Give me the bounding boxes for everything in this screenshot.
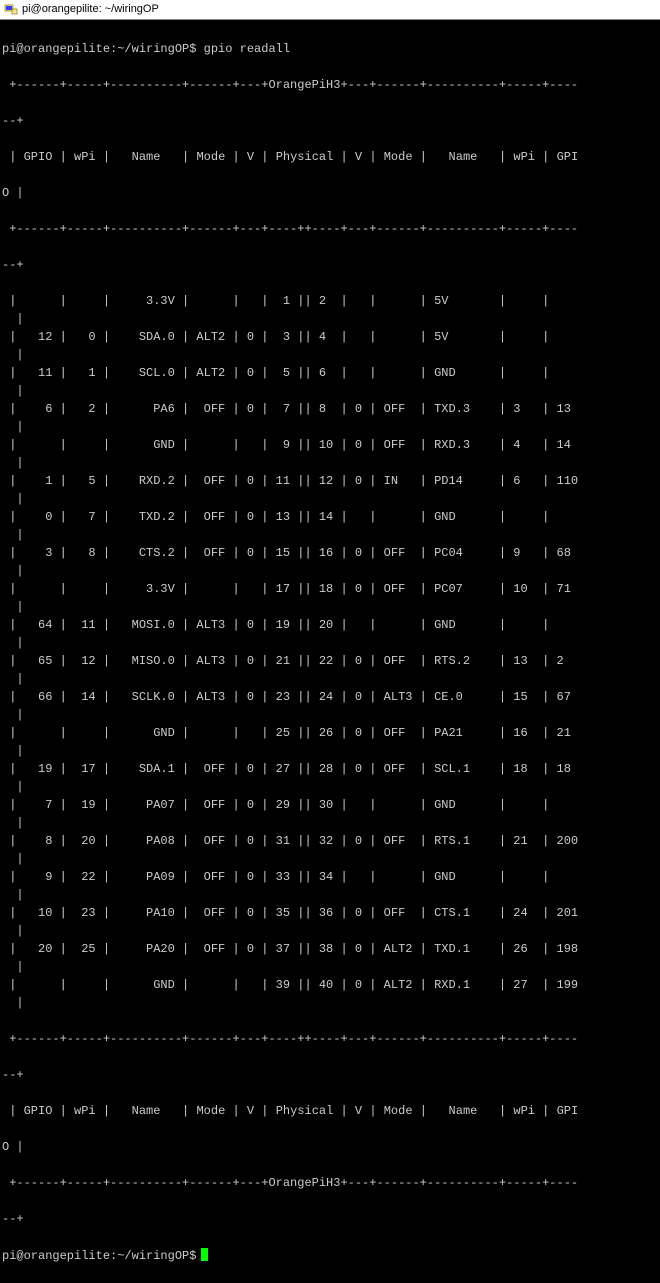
table-border-top-wrap: --+: [2, 112, 660, 130]
table-row: | 9 | 22 | PA09 | OFF | 0 | 33 || 34 | |…: [2, 868, 660, 886]
table-row: | 19 | 17 | SDA.1 | OFF | 0 | 27 || 28 |…: [2, 760, 660, 778]
prompt-line: pi@orangepilite:~/wiringOP$ gpio readall: [2, 40, 660, 58]
table-row: | | | 3.3V | | | 17 || 18 | 0 | OFF | PC…: [2, 580, 660, 598]
table-row: | 10 | 23 | PA10 | OFF | 0 | 35 || 36 | …: [2, 904, 660, 922]
table-footer-sep: +------+-----+----------+------+---+----…: [2, 1030, 660, 1048]
table-row: | | | GND | | | 39 || 40 | 0 | ALT2 | RX…: [2, 976, 660, 994]
table-border-top: +------+-----+----------+------+---+Oran…: [2, 76, 660, 94]
table-footer: | GPIO | wPi | Name | Mode | V | Physica…: [2, 1102, 660, 1120]
table-row: | | | 3.3V | | | 1 || 2 | | | 5V | |: [2, 292, 660, 310]
table-row-wrap: |: [2, 706, 660, 724]
table-row-wrap: |: [2, 490, 660, 508]
table-row-wrap: |: [2, 814, 660, 832]
command: gpio readall: [204, 42, 290, 56]
table-border-bottom: +------+-----+----------+------+---+Oran…: [2, 1174, 660, 1192]
table-row: | 6 | 2 | PA6 | OFF | 0 | 7 || 8 | 0 | O…: [2, 400, 660, 418]
table-header-sep-wrap: --+: [2, 256, 660, 274]
table-row-wrap: |: [2, 310, 660, 328]
table-row: | 12 | 0 | SDA.0 | ALT2 | 0 | 3 || 4 | |…: [2, 328, 660, 346]
table-header: | GPIO | wPi | Name | Mode | V | Physica…: [2, 148, 660, 166]
table-row: | | | GND | | | 9 || 10 | 0 | OFF | RXD.…: [2, 436, 660, 454]
table-row-wrap: |: [2, 742, 660, 760]
window-titlebar[interactable]: pi@orangepilite: ~/wiringOP: [0, 0, 660, 20]
table-row: | 8 | 20 | PA08 | OFF | 0 | 31 || 32 | 0…: [2, 832, 660, 850]
next-prompt: pi@orangepilite:~/wiringOP$: [2, 1246, 660, 1265]
table-header-sep: +------+-----+----------+------+---+----…: [2, 220, 660, 238]
shell-prompt: pi@orangepilite:~/wiringOP$: [2, 42, 204, 56]
table-row-wrap: |: [2, 346, 660, 364]
table-row: | 3 | 8 | CTS.2 | OFF | 0 | 15 || 16 | 0…: [2, 544, 660, 562]
table-row: | 0 | 7 | TXD.2 | OFF | 0 | 13 || 14 | |…: [2, 508, 660, 526]
table-row-wrap: |: [2, 418, 660, 436]
table-row-wrap: |: [2, 778, 660, 796]
table-row-wrap: |: [2, 922, 660, 940]
table-row-wrap: |: [2, 562, 660, 580]
table-header-wrap: O |: [2, 184, 660, 202]
table-row: | 7 | 19 | PA07 | OFF | 0 | 29 || 30 | |…: [2, 796, 660, 814]
table-border-bottom-wrap: --+: [2, 1210, 660, 1228]
table-row-wrap: |: [2, 886, 660, 904]
table-rows: | | | 3.3V | | | 1 || 2 | | | 5V | | | |…: [2, 292, 660, 1012]
table-row: | 65 | 12 | MISO.0 | ALT3 | 0 | 21 || 22…: [2, 652, 660, 670]
table-footer-sep-wrap: --+: [2, 1066, 660, 1084]
table-footer-wrap: O |: [2, 1138, 660, 1156]
table-row-wrap: |: [2, 454, 660, 472]
terminal-output[interactable]: pi@orangepilite:~/wiringOP$ gpio readall…: [0, 20, 660, 1283]
table-row-wrap: |: [2, 598, 660, 616]
table-row-wrap: |: [2, 670, 660, 688]
cursor-icon: [201, 1248, 208, 1261]
table-row: | 20 | 25 | PA20 | OFF | 0 | 37 || 38 | …: [2, 940, 660, 958]
putty-icon: [4, 2, 18, 16]
table-row-wrap: |: [2, 526, 660, 544]
table-row: | 66 | 14 | SCLK.0 | ALT3 | 0 | 23 || 24…: [2, 688, 660, 706]
table-row-wrap: |: [2, 994, 660, 1012]
table-row: | 64 | 11 | MOSI.0 | ALT3 | 0 | 19 || 20…: [2, 616, 660, 634]
table-row: | 11 | 1 | SCL.0 | ALT2 | 0 | 5 || 6 | |…: [2, 364, 660, 382]
window-title: pi@orangepilite: ~/wiringOP: [22, 1, 159, 18]
table-row: | 1 | 5 | RXD.2 | OFF | 0 | 11 || 12 | 0…: [2, 472, 660, 490]
table-row-wrap: |: [2, 634, 660, 652]
table-row-wrap: |: [2, 382, 660, 400]
table-row-wrap: |: [2, 850, 660, 868]
table-row: | | | GND | | | 25 || 26 | 0 | OFF | PA2…: [2, 724, 660, 742]
table-row-wrap: |: [2, 958, 660, 976]
